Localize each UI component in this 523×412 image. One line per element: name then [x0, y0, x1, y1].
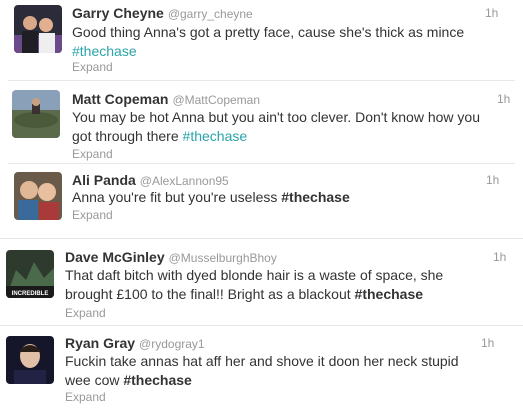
user-name[interactable]: Dave McGinley — [65, 249, 165, 265]
tweet[interactable]: INCREDIBLE Dave McGinley @MusselburghBhoy… — [0, 239, 523, 325]
timestamp[interactable]: 1h — [486, 173, 499, 187]
tweet[interactable]: Ali Panda @AlexLannon95 1h Anna you're fi… — [0, 164, 523, 236]
expand-link[interactable]: Expand — [72, 208, 113, 222]
expand-link[interactable]: Expand — [65, 390, 106, 404]
user-handle[interactable]: @rydogray1 — [139, 337, 205, 351]
hashtag-link[interactable]: #thechase — [183, 128, 248, 144]
avatar[interactable] — [12, 90, 60, 138]
tweet-body: You may be hot Anna but you ain't too cl… — [72, 109, 480, 144]
expand-link[interactable]: Expand — [72, 147, 113, 161]
tweet-body: Anna you're fit but you're useless — [72, 189, 282, 205]
user-handle[interactable]: @MusselburghBhoy — [169, 251, 277, 265]
tweet-text: Fuckin take annas hat aff her and shove … — [65, 352, 485, 390]
tweet[interactable]: Matt Copeman @MattCopeman 1h You may be h… — [0, 81, 523, 161]
timestamp[interactable]: 1h — [481, 336, 494, 350]
user-name[interactable]: Matt Copeman — [72, 91, 168, 107]
avatar[interactable]: INCREDIBLE — [6, 250, 54, 298]
tweet-header: Ali Panda @AlexLannon95 — [72, 172, 229, 189]
hashtag-link[interactable]: #thechase — [123, 372, 191, 388]
tweet-body: Good thing Anna's got a pretty face, cau… — [72, 24, 465, 40]
tweet[interactable]: Ryan Gray @rydogray1 1h Fuckin take annas… — [0, 326, 523, 412]
timestamp[interactable]: 1h — [497, 92, 510, 106]
hashtag-link[interactable]: #thechase — [355, 286, 423, 302]
avatar[interactable] — [14, 5, 62, 53]
user-name[interactable]: Ali Panda — [72, 172, 136, 188]
timestamp[interactable]: 1h — [493, 250, 506, 264]
tweet-header: Dave McGinley @MusselburghBhoy — [65, 249, 277, 266]
user-handle[interactable]: @MattCopeman — [172, 93, 260, 107]
tweet-text: That daft bitch with dyed blonde hair is… — [65, 266, 457, 304]
tweet[interactable]: Garry Cheyne @garry_cheyne 1h Good thing … — [0, 0, 523, 80]
user-handle[interactable]: @garry_cheyne — [168, 7, 253, 21]
hashtag-link[interactable]: #thechase — [281, 189, 349, 205]
hashtag-link[interactable]: #thechase — [72, 43, 137, 59]
user-name[interactable]: Ryan Gray — [65, 335, 135, 351]
tweet-header: Garry Cheyne @garry_cheyne — [72, 5, 253, 22]
tweet-header: Ryan Gray @rydogray1 — [65, 335, 205, 352]
timestamp[interactable]: 1h — [485, 6, 498, 20]
tweet-text: You may be hot Anna but you ain't too cl… — [72, 108, 497, 146]
avatar[interactable] — [14, 172, 62, 220]
expand-link[interactable]: Expand — [65, 306, 106, 320]
tweet-text: Anna you're fit but you're useless #thec… — [72, 188, 492, 207]
tweet-text: Good thing Anna's got a pretty face, cau… — [72, 23, 492, 61]
expand-link[interactable]: Expand — [72, 60, 113, 74]
user-name[interactable]: Garry Cheyne — [72, 5, 164, 21]
tweet-header: Matt Copeman @MattCopeman — [72, 91, 260, 108]
user-handle[interactable]: @AlexLannon95 — [140, 174, 229, 188]
avatar[interactable] — [6, 336, 54, 384]
avatar-label: INCREDIBLE — [12, 291, 49, 297]
